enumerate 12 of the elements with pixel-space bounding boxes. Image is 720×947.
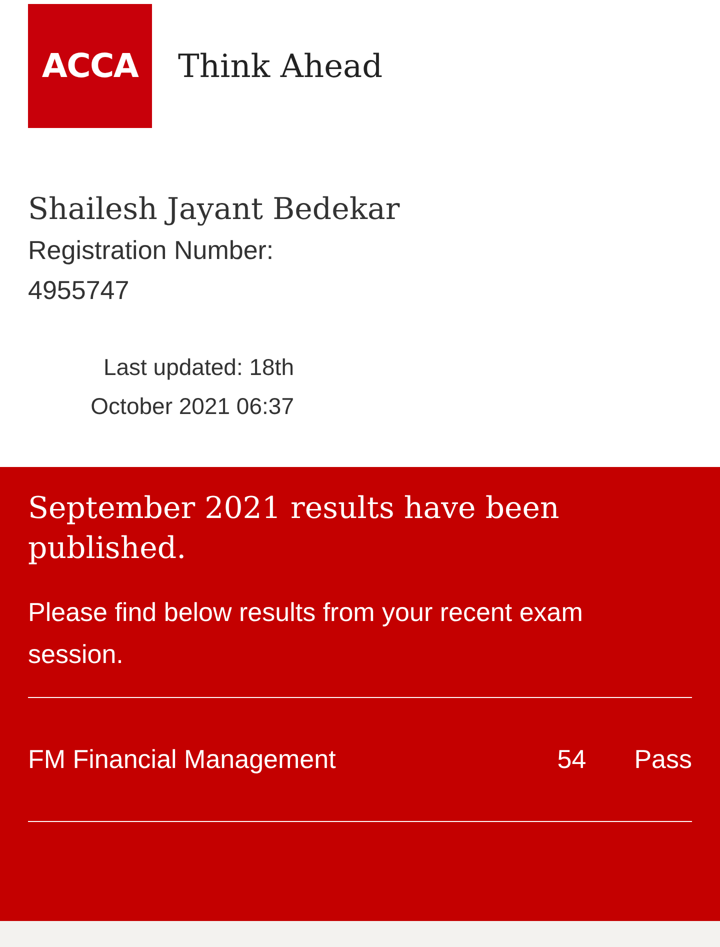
results-intro: Please find below results from your recent exam session. — [28, 596, 584, 671]
results-heading: September 2021 results have been published. — [28, 490, 560, 568]
registration-label: Registration Number: — [28, 234, 274, 267]
exam-result: Pass — [634, 743, 692, 776]
tagline: Think Ahead — [178, 46, 383, 87]
last-updated-text: Last updated: 18th — [103, 353, 294, 382]
registration-number: 4955747 — [28, 274, 130, 307]
exam-mark: 54 — [557, 743, 586, 776]
last-updated-text: October 2021 06:37 — [90, 392, 294, 421]
logo: ACCA — [28, 4, 152, 128]
exam-name: FM Financial Management — [28, 743, 337, 776]
student-name: Shailesh Jayant Bedekar — [28, 191, 400, 229]
